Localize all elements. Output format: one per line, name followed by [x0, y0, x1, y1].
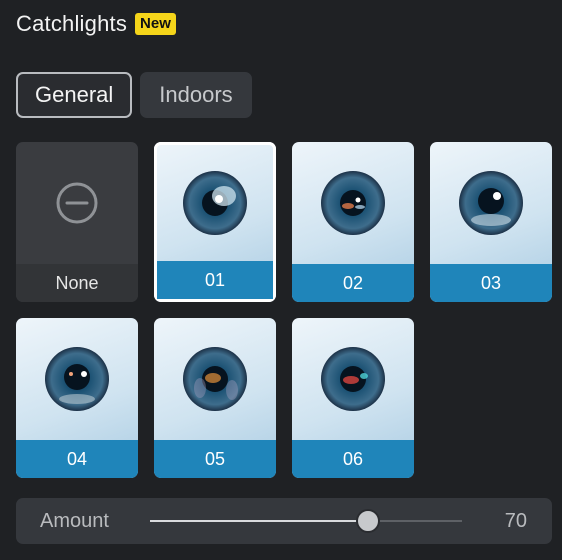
catchlight-eye-icon: [321, 171, 385, 235]
preset-tile-03[interactable]: 03: [430, 142, 552, 302]
new-badge: New: [135, 13, 176, 35]
amount-value: 70: [504, 510, 527, 532]
none-circle-minus-icon: [56, 182, 98, 224]
catchlight-eye-icon: [321, 347, 385, 411]
preset-tile-01[interactable]: 01: [154, 142, 276, 302]
amount-slider-row: Amount 70: [16, 498, 552, 544]
amount-label: Amount: [40, 510, 109, 532]
preset-label: 01: [157, 261, 273, 299]
preset-label: 02: [292, 264, 414, 302]
preset-label: 05: [154, 440, 276, 478]
amount-slider-fill: [150, 520, 369, 522]
preset-tile-06[interactable]: 06: [292, 318, 414, 478]
preset-tile-04[interactable]: 04: [16, 318, 138, 478]
tab-indoors[interactable]: Indoors: [140, 72, 252, 118]
preset-label: 06: [292, 440, 414, 478]
amount-slider-track[interactable]: [150, 509, 462, 533]
catchlight-eye-icon: [183, 347, 247, 411]
tab-bar: General Indoors: [16, 72, 252, 118]
preset-grid: None 01 02 03 04 05 06: [16, 142, 552, 478]
preset-label: 04: [16, 440, 138, 478]
preset-label: 03: [430, 264, 552, 302]
tab-general[interactable]: General: [16, 72, 133, 118]
preset-label: None: [16, 264, 138, 302]
amount-slider-thumb[interactable]: [356, 509, 381, 533]
preset-tile-none[interactable]: None: [16, 142, 138, 302]
preset-tile-02[interactable]: 02: [292, 142, 414, 302]
catchlight-eye-icon: [183, 171, 247, 235]
catchlight-eye-icon: [459, 171, 523, 235]
panel-header: Catchlights New: [16, 8, 176, 40]
panel-title: Catchlights: [16, 11, 128, 36]
preset-tile-05[interactable]: 05: [154, 318, 276, 478]
catchlight-eye-icon: [45, 347, 109, 411]
